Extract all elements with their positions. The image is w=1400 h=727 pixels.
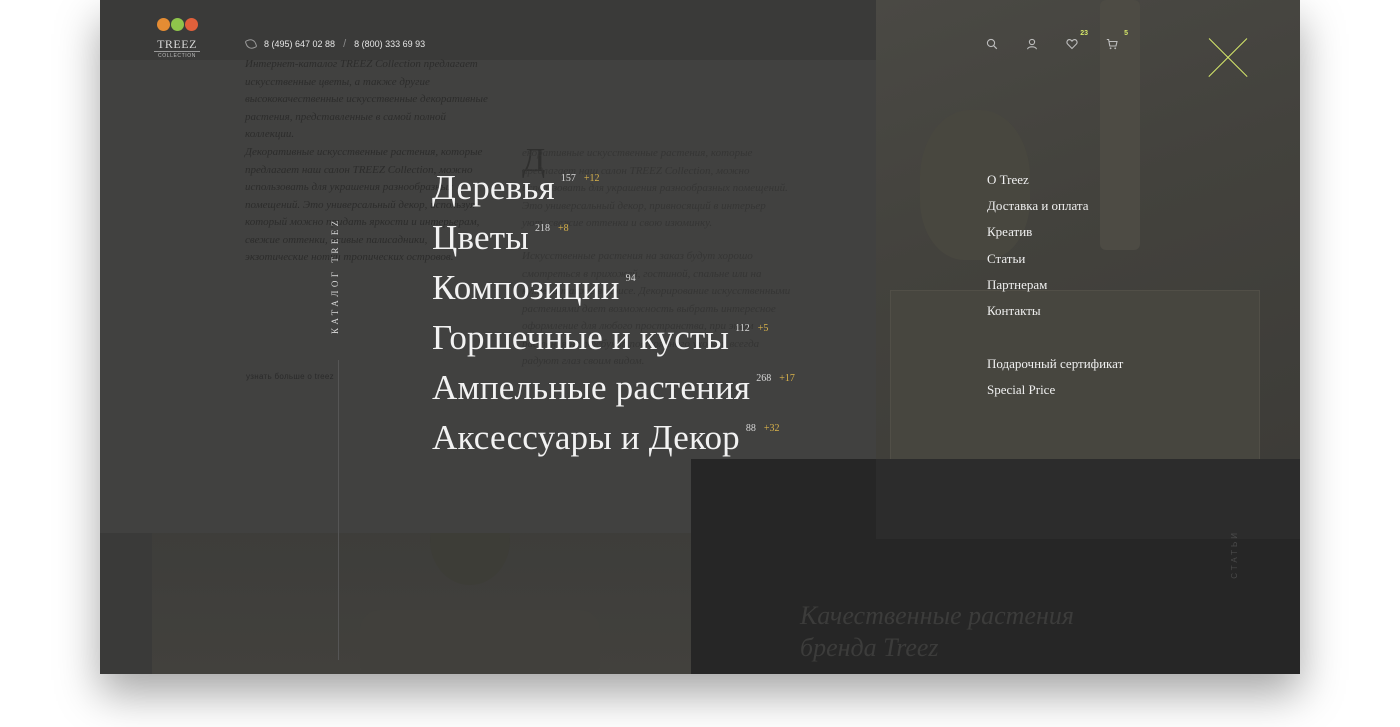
logo[interactable]: TREEZ COLLECTION <box>154 18 200 59</box>
catalog-item-label: Аксессуары и Декор <box>432 418 740 457</box>
user-icon <box>1026 38 1038 50</box>
link-partners[interactable]: Партнерам <box>987 275 1123 301</box>
logo-trees-icon <box>154 18 200 36</box>
catalog-item-label: Горшечные и кусты <box>432 318 730 357</box>
catalog-item-count: 88 <box>745 423 756 434</box>
phone-number-1[interactable]: 8 (495) 647 02 88 <box>264 39 335 49</box>
catalog-item-count: 94 <box>625 273 636 284</box>
phone-icon <box>244 37 258 51</box>
catalog-item-label: Ампельные растения <box>432 368 751 407</box>
account-button[interactable] <box>1026 38 1038 50</box>
catalog-item-potted[interactable]: Горшечные и кусты 112 +5 <box>432 313 795 363</box>
background-divider <box>338 360 339 660</box>
catalog-item-count: 157 <box>560 173 576 184</box>
background-sofa <box>360 610 600 670</box>
catalog-item-count: 268 <box>756 373 772 384</box>
heart-icon <box>1066 39 1078 50</box>
search-icon <box>986 38 998 50</box>
cart-count-badge: 5 <box>1124 30 1128 37</box>
cart-button[interactable]: 5 <box>1106 30 1128 50</box>
tree-orange-icon <box>156 18 170 31</box>
search-button[interactable] <box>986 38 998 50</box>
link-gift-certificate[interactable]: Подарочный сертификат <box>987 354 1123 380</box>
tree-green-icon <box>170 18 184 31</box>
catalog-item-label: Деревья <box>432 168 555 207</box>
catalog-item-new-count: +8 <box>557 223 569 234</box>
catalog-item-flowers[interactable]: Цветы 218 +8 <box>432 213 795 263</box>
link-special-price[interactable]: Special Price <box>987 380 1123 406</box>
phone-separator: / <box>343 38 347 50</box>
catalog-item-ampel[interactable]: Ампельные растения 268 +17 <box>432 363 795 413</box>
catalog-item-label: Цветы <box>432 218 529 257</box>
catalog-item-count: 112 <box>735 323 750 334</box>
catalog-menu: Деревья 157 +12 Цветы 218 +8 Композиции 94 Го… <box>432 163 795 463</box>
background-paragraph: Интернет-каталог TREEZ Collection предла… <box>245 58 488 140</box>
background-side-label: СТАТЬИ <box>1230 530 1239 579</box>
catalog-item-new-count: +12 <box>583 173 600 184</box>
phone-number-2[interactable]: 8 (800) 333 69 93 <box>354 39 425 49</box>
catalog-item-count: 218 <box>534 223 550 234</box>
link-articles[interactable]: Статьи <box>987 249 1123 275</box>
favorites-button[interactable]: 23 <box>1066 30 1088 50</box>
catalog-label: КАТАЛОГ TREEZ <box>330 217 340 334</box>
close-menu-button[interactable] <box>1208 38 1248 78</box>
tree-red-icon <box>184 18 198 31</box>
catalog-item-accessories[interactable]: Аксессуары и Декор 88 +32 <box>432 413 795 463</box>
favorites-count-badge: 23 <box>1080 30 1088 37</box>
link-creative[interactable]: Креатив <box>987 222 1123 248</box>
header-actions: 23 5 <box>986 30 1128 50</box>
logo-subtitle: COLLECTION <box>154 51 200 59</box>
menu-overlay: Интернет-каталог TREEZ Collection предла… <box>100 0 1300 674</box>
background-heading: Качественные растения бренда Treez <box>800 601 1074 662</box>
phone-numbers: 8 (495) 647 02 88 / 8 (800) 333 69 93 <box>244 37 425 51</box>
links-spacer <box>987 327 1123 354</box>
site-links: О Treez Доставка и оплата Креатив Статьи… <box>987 170 1123 407</box>
background-more-link: узнать больше о treez <box>246 372 334 381</box>
catalog-item-new-count: +32 <box>763 423 780 434</box>
cart-icon <box>1106 38 1118 50</box>
background-dark-strip <box>876 459 1300 539</box>
link-delivery[interactable]: Доставка и оплата <box>987 196 1123 222</box>
catalog-item-compositions[interactable]: Композиции 94 <box>432 263 795 313</box>
catalog-item-new-count: +17 <box>779 373 795 384</box>
link-about[interactable]: О Treez <box>987 170 1123 196</box>
link-contacts[interactable]: Контакты <box>987 301 1123 327</box>
logo-name: TREEZ <box>157 37 197 51</box>
catalog-item-new-count: +5 <box>757 323 769 334</box>
catalog-item-label: Композиции <box>432 268 620 307</box>
catalog-item-trees[interactable]: Деревья 157 +12 <box>432 163 795 213</box>
